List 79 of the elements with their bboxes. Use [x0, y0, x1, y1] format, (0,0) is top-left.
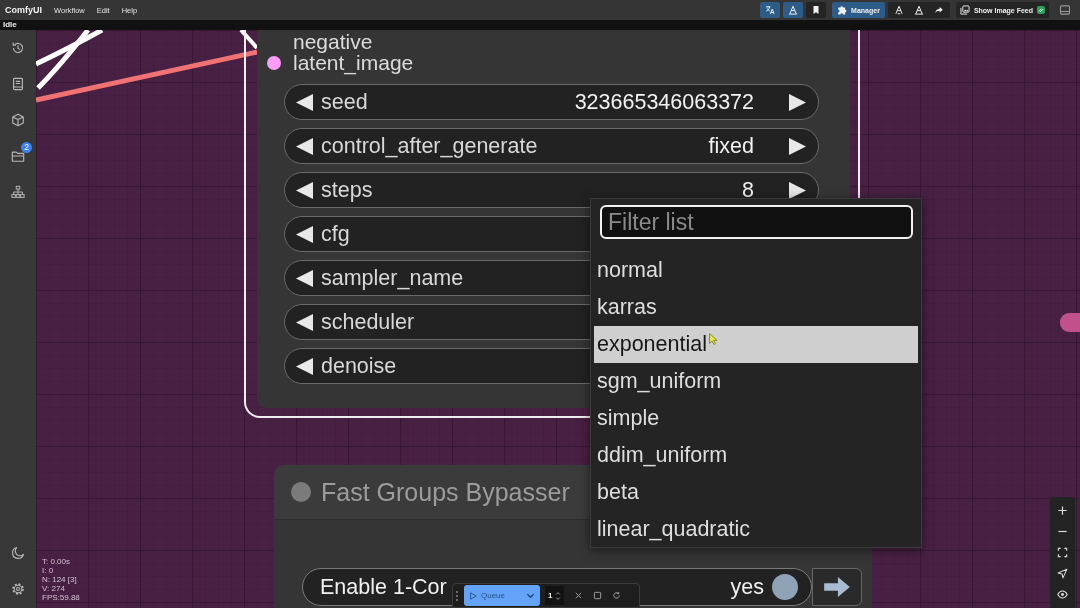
canvas-stat: V: 274	[42, 584, 66, 593]
widget-label: cfg	[321, 221, 350, 247]
canvas-stat: T: 0.00s	[42, 557, 71, 566]
right-arrow-icon	[823, 576, 851, 598]
panel-toggle-icon[interactable]	[1059, 4, 1071, 16]
cone-button[interactable]	[783, 2, 804, 18]
spinner-icon[interactable]	[555, 589, 562, 602]
menu-item[interactable]: simple	[594, 400, 918, 437]
count-badge: 2	[21, 142, 32, 153]
widget-label: seed	[321, 89, 368, 115]
toggle-knob-icon[interactable]	[772, 574, 798, 600]
close-icon[interactable]	[574, 591, 584, 600]
chevron-down-icon	[526, 591, 535, 600]
settings-icon[interactable]	[11, 582, 25, 596]
left-arrow-icon[interactable]	[295, 357, 314, 375]
widget-label: denoise	[321, 353, 397, 379]
refresh-icon[interactable]	[612, 591, 622, 600]
menu-item[interactable]: exponential	[594, 326, 918, 363]
edge-tab-icon[interactable]	[1060, 313, 1080, 332]
navigation-arrow-icon[interactable]	[1057, 568, 1068, 579]
translate-icon	[765, 5, 776, 15]
stop-icon[interactable]	[593, 591, 603, 600]
widget-value: fixed	[708, 133, 754, 159]
history-icon[interactable]	[11, 41, 25, 55]
widget-label: control_after_generate	[321, 133, 538, 159]
cone-icon	[913, 5, 924, 15]
menu-item[interactable]: ddim_uniform	[594, 437, 918, 474]
canvas-stat: FPS:59.88	[42, 593, 80, 602]
images-icon	[959, 5, 970, 15]
right-arrow-icon[interactable]	[788, 93, 807, 111]
widget-label: scheduler	[321, 309, 415, 335]
bookmark-icon	[811, 5, 822, 15]
plus-icon[interactable]	[1057, 505, 1068, 516]
cube-icon[interactable]	[11, 113, 25, 127]
left-arrow-icon[interactable]	[295, 269, 314, 287]
share-arrow-icon	[933, 5, 944, 15]
menu-item[interactable]: beta	[594, 474, 918, 511]
canvas-stat: N: 124 [3]	[42, 575, 78, 584]
widget-label: sampler_name	[321, 265, 464, 291]
right-arrow-icon[interactable]	[788, 181, 807, 199]
cone-icon	[893, 5, 904, 15]
bookmark-button[interactable]	[806, 2, 827, 18]
input-label: latent_image	[293, 52, 414, 73]
app-title: ComfyUI	[5, 5, 42, 15]
circle-icon	[291, 482, 311, 502]
right-arrow-icon[interactable]	[788, 137, 807, 155]
canvas-stat: I: 0	[42, 566, 55, 575]
status-text: Idle	[3, 20, 17, 30]
node-title: Fast Groups Bypasser	[321, 477, 570, 507]
left-arrow-icon[interactable]	[295, 181, 314, 199]
document-icon[interactable]	[11, 77, 25, 91]
eye-icon[interactable]	[1057, 589, 1068, 600]
left-arrow-icon[interactable]	[295, 137, 314, 155]
menu-item[interactable]: linear_quadratic	[594, 511, 918, 548]
puzzle-icon	[837, 5, 848, 15]
batch-count-field[interactable]: 1	[545, 586, 565, 605]
left-arrow-icon[interactable]	[295, 313, 314, 331]
widget-value: 323665346063372	[574, 89, 754, 115]
status-badge-icon	[1037, 6, 1045, 14]
widget-field[interactable]: seed 323665346063372	[284, 84, 819, 120]
arrow-button[interactable]	[812, 568, 862, 606]
hierarchy-icon[interactable]	[11, 185, 25, 199]
cone-icon	[788, 5, 799, 15]
filter-field[interactable]: Filter list	[600, 205, 913, 239]
fit-view-icon[interactable]	[1057, 547, 1068, 558]
left-arrow-icon[interactable]	[295, 225, 314, 243]
play-icon	[469, 591, 477, 600]
widget-label: steps	[321, 177, 373, 203]
translate-button[interactable]	[760, 2, 781, 18]
left-arrow-icon[interactable]	[295, 93, 314, 111]
moon-icon[interactable]	[11, 546, 25, 560]
widget-field[interactable]: control_after_generate fixed	[284, 128, 819, 164]
toggle-value: yes	[730, 574, 764, 600]
input-label: negative	[293, 31, 373, 52]
widget-value: 8	[742, 177, 754, 203]
toggle-label: Enable 1-Cor	[320, 574, 447, 600]
cursor-icon	[709, 332, 717, 345]
drag-handle-icon[interactable]	[455, 589, 459, 602]
folder-icon[interactable]	[11, 149, 25, 163]
